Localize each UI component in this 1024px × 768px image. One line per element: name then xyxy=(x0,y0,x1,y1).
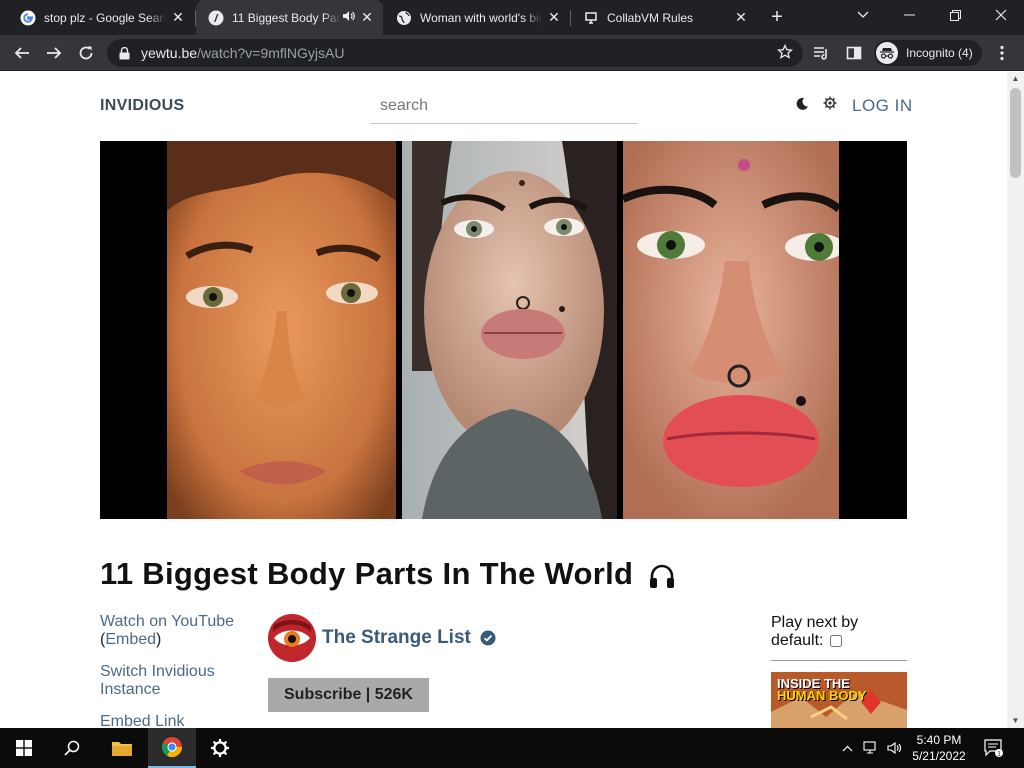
play-next-setting: Play next by default: xyxy=(771,614,907,650)
page-scrollbar[interactable]: ▲ ▼ xyxy=(1007,72,1024,728)
tab-collabvm-rules[interactable]: CollabVM Rules ✕ xyxy=(571,0,757,35)
search-input[interactable] xyxy=(370,88,638,124)
close-window-button[interactable] xyxy=(978,0,1024,30)
profile-label: Incognito (4) xyxy=(906,46,973,60)
chrome-taskbar-button[interactable] xyxy=(148,728,196,768)
side-panel-icon[interactable] xyxy=(840,39,868,67)
lock-icon[interactable] xyxy=(119,46,131,60)
notification-count: 1 xyxy=(997,751,1001,758)
sidebar-divider xyxy=(771,660,907,661)
minimize-button[interactable] xyxy=(886,0,932,30)
switch-instance-link[interactable]: Switch Invidious Instance xyxy=(100,663,250,699)
tab-search-button[interactable] xyxy=(840,0,886,30)
volume-icon[interactable] xyxy=(884,728,906,768)
recommended-video-thumbnail[interactable]: INSIDE THE HUMAN BODY xyxy=(771,672,907,728)
video-frame-panel-left xyxy=(167,141,396,519)
chrome-icon xyxy=(162,737,183,758)
embed-link[interactable]: Embed xyxy=(105,631,156,648)
tab-google-search[interactable]: stop plz - Google Search ✕ xyxy=(8,0,194,35)
close-tab-icon[interactable]: ✕ xyxy=(546,9,562,26)
system-clock[interactable]: 5:40 PM 5/21/2022 xyxy=(905,732,973,764)
thumbnail-text-line2: HUMAN BODY xyxy=(777,688,867,703)
tab-woman-lips[interactable]: Woman with world's biggest lips ✕ xyxy=(384,0,570,35)
url-path: /watch?v=9mflNGyjsAU xyxy=(197,45,345,61)
reading-list-icon[interactable] xyxy=(808,39,836,67)
incognito-icon xyxy=(876,42,898,64)
reload-button[interactable] xyxy=(72,39,100,67)
bookmark-star-icon[interactable] xyxy=(776,43,794,65)
login-link[interactable]: LOG IN xyxy=(852,96,913,116)
video-frame-panel-right xyxy=(623,141,839,519)
address-bar[interactable]: yewtu.be/watch?v=9mflNGyjsAU xyxy=(107,39,803,67)
close-tab-icon[interactable]: ✕ xyxy=(359,9,375,26)
scroll-up-arrow-icon[interactable]: ▲ xyxy=(1007,72,1024,86)
search-button[interactable] xyxy=(48,728,96,768)
tab-strip: stop plz - Google Search ✕ 11 Biggest Bo… xyxy=(0,0,1024,35)
clock-time: 5:40 PM xyxy=(916,733,962,747)
play-next-label: Play next by default: xyxy=(771,614,859,649)
collabvm-icon xyxy=(583,10,599,26)
tab-title: 11 Biggest Body Parts In The World xyxy=(232,10,340,25)
verified-icon xyxy=(480,630,496,646)
notifications-icon: 1 xyxy=(984,739,1003,758)
speaker-icon[interactable] xyxy=(342,10,355,25)
network-icon[interactable] xyxy=(860,728,882,768)
gear-icon[interactable] xyxy=(822,96,838,112)
channel-name[interactable]: The Strange List xyxy=(322,627,496,649)
show-hidden-icons-chevron-icon[interactable] xyxy=(838,728,856,768)
video-title: 11 Biggest Body Parts In The World xyxy=(100,556,676,592)
tab-title: stop plz - Google Search xyxy=(44,10,166,25)
settings-taskbar-button[interactable] xyxy=(196,728,244,768)
watch-links: Watch on YouTube (Embed) xyxy=(100,613,250,649)
start-button[interactable] xyxy=(0,728,48,768)
dark-mode-icon[interactable] xyxy=(795,97,809,111)
back-button[interactable] xyxy=(8,39,36,67)
windows-taskbar: 5:40 PM 5/21/2022 1 xyxy=(0,728,1024,768)
tab-title: CollabVM Rules xyxy=(607,10,694,25)
more-menu-icon[interactable] xyxy=(988,39,1016,67)
scroll-down-arrow-icon[interactable]: ▼ xyxy=(1007,714,1024,728)
clock-date: 5/21/2022 xyxy=(912,749,966,763)
forward-button[interactable] xyxy=(40,39,68,67)
invidious-icon xyxy=(208,10,224,26)
watch-on-youtube-link[interactable]: Watch on YouTube xyxy=(100,613,250,631)
embed-paren-close: ) xyxy=(156,631,162,648)
channel-avatar[interactable] xyxy=(268,614,316,662)
folder-icon xyxy=(112,742,132,756)
close-tab-icon[interactable]: ✕ xyxy=(170,9,186,26)
close-tab-icon[interactable]: ✕ xyxy=(733,9,749,26)
channel-name-text: The Strange List xyxy=(322,627,471,648)
site-logo[interactable]: INVIDIOUS xyxy=(100,97,185,115)
video-title-text: 11 Biggest Body Parts In The World xyxy=(100,556,634,591)
page-content: INVIDIOUS LOG IN xyxy=(0,72,1007,728)
scrollbar-thumb[interactable] xyxy=(1010,88,1021,178)
video-frame-panel-middle xyxy=(402,141,617,519)
browser-toolbar: yewtu.be/watch?v=9mflNGyjsAU Incognito (… xyxy=(0,35,1024,71)
new-tab-button[interactable]: + xyxy=(766,6,788,28)
embed-link-2[interactable]: Embed Link xyxy=(100,713,250,728)
windows-logo-icon xyxy=(16,740,32,756)
url-host: yewtu.be xyxy=(141,45,198,61)
video-links: Watch on YouTube (Embed) Switch Invidiou… xyxy=(100,613,250,728)
headphones-icon xyxy=(650,564,675,588)
play-next-checkbox[interactable] xyxy=(829,634,842,647)
search-icon xyxy=(64,740,80,756)
action-center-button[interactable]: 1 xyxy=(980,728,1008,768)
incognito-profile-button[interactable]: Incognito (4) xyxy=(874,40,982,66)
video-player[interactable] xyxy=(100,141,907,519)
file-explorer-button[interactable] xyxy=(98,728,146,768)
subscribe-button[interactable]: Subscribe | 526K xyxy=(268,678,429,712)
google-icon xyxy=(20,10,36,26)
gear-icon xyxy=(211,739,229,757)
globe-icon xyxy=(396,10,412,26)
tab-invidious-video[interactable]: 11 Biggest Body Parts In The World ✕ xyxy=(196,0,383,35)
tab-title: Woman with world's biggest lips xyxy=(420,10,542,25)
restore-button[interactable] xyxy=(932,0,978,30)
